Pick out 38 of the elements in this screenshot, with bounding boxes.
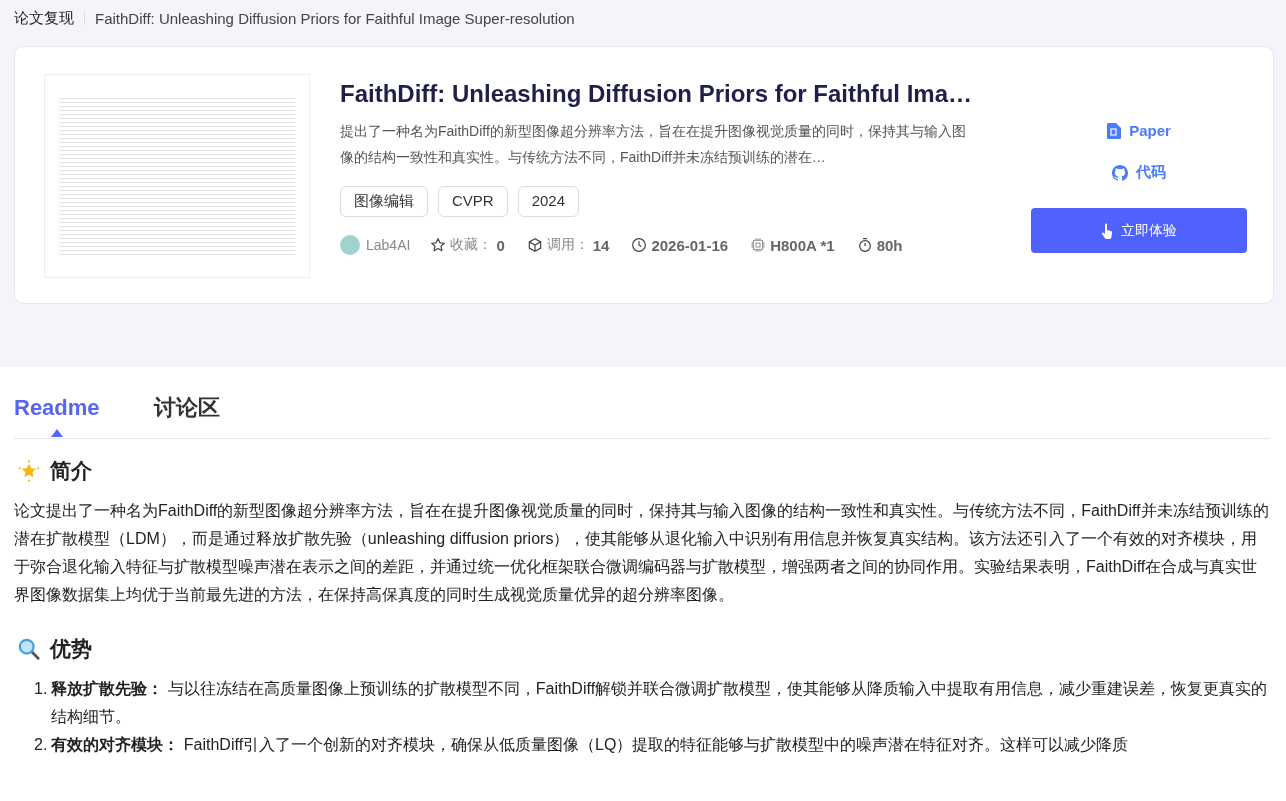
sparkle-star-icon [18,460,40,482]
stat-label: 收藏： [450,236,493,254]
breadcrumb-current: FaithDiff: Unleashing Diffusion Priors for Faithful Image Super-resolution [95,9,575,27]
author-name: Lab4AI [366,237,411,253]
list-item-text: 释放扩散先验： 与以往冻结在高质量图像上预训练的扩散模型不同，FaithDiff解锁并联合微调扩散模型，使其能够从降质输入中提取有用信息，减少重建误差，恢复更真实的结构细节。 [51,679,1269,727]
cube-icon [526,237,543,253]
avatar [340,235,360,255]
clock-icon [631,237,648,253]
try-now-button[interactable]: 立即体验 [1031,208,1247,253]
stat-label: 调用： [546,236,589,254]
tab[interactable]: Readme [14,393,100,437]
chip-icon [750,237,767,253]
intro-paragraph: 论文提出了一种名为FaithDiff的新型图像超分辨率方法，旨在在提升图像视觉质量的同时，保持其与输入图像的结构一致性和真实性。与传统方法不同，FaithDiff并未冻结预训练的潜在扩散模型（LDM），而是通过释放扩散先验（unleashing diffusion priors），使其能够从退化输入中识别有用信息并恢复真实结构。该方法还引入了一个有效的对齐模块，用于弥合退化输入特征与扩散模型噪声潜在表示之间的差距，并通过统一优化框架联合微调编码器与扩散模型，增强两者之间的协同作用。实验结果表明，FaithDiff在合成与真实世界图像数据集上均优于当前最先进的方法，在保持高保真度的同时生成视觉质量优异的超分辨率图像。 [14,501,1270,605]
stat-value: 14 [592,236,610,254]
tag[interactable]: 图像编辑 [340,186,428,217]
stat-value: H800A *1 [770,236,835,254]
stat-value: 80h [876,236,903,254]
section-heading: 简介 [50,458,92,484]
tag[interactable]: CVPR [438,186,508,217]
list-number: 1. [34,679,48,699]
list-item-text: 有效的对齐模块： FaithDiff引入了一个创新的对齐模块，确保从低质量图像（LQ）提取的特征能够与扩散模型中的噪声潜在特征对齐。这样可以减少降质 [51,735,1129,755]
stopwatch-icon [856,237,873,253]
stat-value: 2026-01-16 [651,236,729,254]
hand-pointer-icon [1101,222,1113,239]
tag[interactable]: 2024 [517,186,580,217]
tab[interactable]: 讨论区 [153,393,220,437]
breadcrumb-section[interactable]: 论文复现 [14,8,74,28]
document-icon [1107,122,1122,139]
list-number: 2. [34,735,48,755]
stat-value: 0 [496,236,505,254]
paper-link[interactable]: Paper [1107,122,1171,139]
star-icon [430,237,447,253]
code-link[interactable]: 代码 [1112,163,1166,182]
github-icon [1112,164,1128,181]
paper-description: 提出了一种名为FaithDiff的新型图像超分辨率方法，旨在在提升图像视觉质量的同时，保持其与输入图像的结构一致性和真实性。与传统方法不同，FaithDiff并未冻结预训练的潜在… [340,122,967,167]
section-heading: 优势 [50,636,92,662]
paper-title: FaithDiff: Unleashing Diffusion Priors for Faithful Ima… [340,80,973,108]
magnifier-icon [18,638,40,660]
